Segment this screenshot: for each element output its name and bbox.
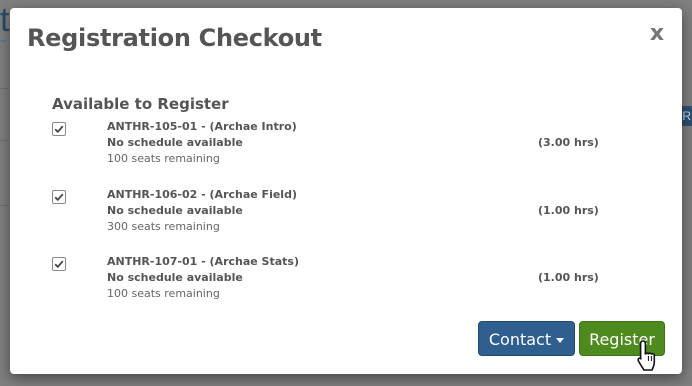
background-underline xyxy=(0,40,6,42)
course-code: ANTHR-107-01 - (Archae Stats) xyxy=(107,255,299,268)
registration-checkout-modal: Registration Checkout x Available to Reg… xyxy=(10,8,682,374)
course-seats: 300 seats remaining xyxy=(107,219,220,233)
course-code: ANTHR-105-01 - (Archae Intro) xyxy=(107,120,297,133)
caret-down-icon xyxy=(556,338,565,343)
modal-title: Registration Checkout xyxy=(27,24,322,52)
background-divider xyxy=(0,205,8,206)
background-page-fragment: t xyxy=(0,1,10,39)
course-hours: (1.00 hrs) xyxy=(538,271,599,284)
course-item: ANTHR-107-01 - (Archae Stats) No schedul… xyxy=(50,253,650,321)
course-item: ANTHR-106-02 - (Archae Field) No schedul… xyxy=(50,186,650,254)
checkmark-icon xyxy=(54,260,64,269)
background-divider xyxy=(0,88,8,89)
course-list: ANTHR-105-01 - (Archae Intro) No schedul… xyxy=(50,118,650,321)
course-hours: (1.00 hrs) xyxy=(538,203,599,217)
course-hours: (3.00 hrs) xyxy=(538,136,599,149)
course-code: ANTHR-106-02 - (Archae Field) xyxy=(107,187,297,201)
course-schedule: No schedule available xyxy=(107,136,243,149)
checkmark-icon xyxy=(54,125,64,134)
background-divider xyxy=(0,140,8,141)
close-button[interactable]: x xyxy=(648,23,666,45)
course-seats: 100 seats remaining xyxy=(107,287,220,300)
course-checkbox[interactable] xyxy=(52,257,66,271)
course-checkbox[interactable] xyxy=(52,189,66,204)
course-schedule: No schedule available xyxy=(107,271,243,284)
course-schedule: No schedule available xyxy=(107,203,243,217)
course-checkbox[interactable] xyxy=(52,122,66,136)
contact-button-label: Contact xyxy=(488,330,552,349)
course-item: ANTHR-105-01 - (Archae Intro) No schedul… xyxy=(50,118,650,186)
course-seats: 100 seats remaining xyxy=(107,152,220,165)
checkmark-icon xyxy=(54,193,64,201)
hand-pointer-icon xyxy=(637,340,656,371)
contact-button[interactable]: Contact xyxy=(478,321,575,356)
section-heading: Available to Register xyxy=(52,95,229,113)
